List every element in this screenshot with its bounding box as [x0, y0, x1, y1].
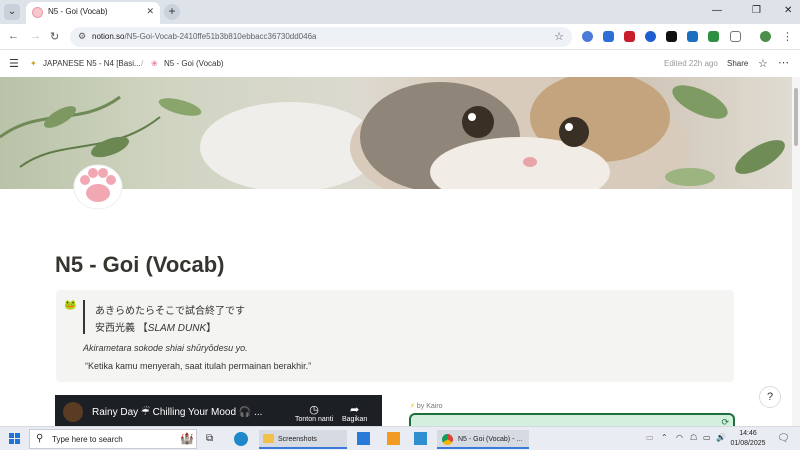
youtube-embed[interactable]: Rainy Day ☔ Chilling Your Mood 🎧 ... ◷ T…	[55, 395, 382, 426]
sublime-icon[interactable]	[387, 432, 400, 445]
chrome-icon	[442, 434, 453, 445]
task-view-icon[interactable]: ⧉	[206, 433, 213, 444]
tab-title: N5 - Goi (Vocab)	[48, 7, 108, 16]
chrome-label: N5 - Goi (Vocab) - ...	[458, 436, 523, 443]
explorer-label: Screenshots	[278, 436, 317, 443]
new-tab-button[interactable]: +	[164, 4, 180, 20]
channel-avatar[interactable]	[63, 402, 83, 422]
callout-romaji: Akirametara sokode shiai shūryōdesu yo.	[83, 343, 248, 353]
sidebar-menu-icon[interactable]: ☰	[9, 57, 19, 70]
quote-block[interactable]: あきらめたらそこで試合終了です 安西光義 【SLAM DUNK】	[83, 300, 383, 334]
search-highlight-icon: 🏰	[180, 433, 194, 445]
breadcrumb-separator: /	[141, 59, 144, 68]
site-info-icon[interactable]: ⚙	[78, 31, 86, 42]
clock-time: 14:46	[739, 430, 757, 437]
taskbar-file-explorer[interactable]: Screenshots	[259, 430, 347, 449]
paw-icon: ❀	[151, 59, 158, 68]
network-icon[interactable]: ◠	[676, 433, 683, 442]
breadcrumb-current[interactable]: N5 - Goi (Vocab)	[164, 59, 224, 68]
callout-translation: “Ketika kamu menyerah, saat itulah perma…	[85, 361, 312, 371]
quote-line-attribution: 安西光義 【SLAM DUNK】	[95, 323, 217, 334]
windows-taskbar: ⚲ Type here to search 🏰 ⧉ Screenshots N5…	[0, 426, 800, 450]
notifications-icon[interactable]: 🗨	[777, 433, 790, 444]
search-icon: ⚲	[36, 433, 44, 444]
minimize-icon[interactable]: —	[712, 5, 722, 16]
folder-icon	[263, 434, 274, 443]
back-icon[interactable]: ←	[8, 30, 19, 42]
tray-blank-icon[interactable]: ▭	[646, 433, 654, 442]
paw-favicon-icon	[32, 7, 43, 18]
extension-bookmark-icon[interactable]	[624, 31, 635, 42]
windows-start-icon[interactable]	[9, 433, 21, 445]
extension-edit-icon[interactable]	[603, 31, 614, 42]
window-close-icon[interactable]: ✕	[784, 5, 792, 16]
edge-icon[interactable]	[234, 432, 248, 446]
extensions-puzzle-icon[interactable]	[730, 31, 741, 42]
video-title[interactable]: Rainy Day ☔ Chilling Your Mood 🎧 ...	[92, 407, 262, 418]
clock-icon: ◷	[309, 404, 319, 416]
extension-n-icon[interactable]	[687, 31, 698, 42]
browser-tab-strip: ⌄ N5 - Goi (Vocab) ✕ + — ❐ ✕	[0, 0, 800, 24]
restore-icon[interactable]: ❐	[752, 5, 761, 16]
close-icon[interactable]: ✕	[146, 6, 154, 17]
paw-icon	[73, 164, 123, 219]
frog-icon[interactable]: 🐸	[64, 300, 76, 311]
clock-date: 01/08/2025	[730, 440, 766, 447]
kebab-menu-icon[interactable]: ⋮	[782, 30, 793, 43]
share-arrow-icon: ➦	[350, 404, 360, 416]
taskbar-chrome[interactable]: N5 - Goi (Vocab) - ...	[437, 430, 529, 449]
more-options-icon[interactable]: ⋯	[778, 56, 789, 69]
tray-app-icon[interactable]: ☖	[690, 433, 697, 442]
breadcrumb-parent[interactable]: JAPANESE N5 - N4 [Basi...	[43, 59, 141, 68]
notion-topbar: ☰ ✦ JAPANESE N5 - N4 [Basi... / ❀ N5 - G…	[0, 51, 792, 77]
taskbar-search-input[interactable]: ⚲ Type here to search 🏰	[29, 429, 197, 449]
address-bar[interactable]: ⚙ notion.so/N5-Goi-Vocab-2410ffe51b3b810…	[70, 27, 572, 47]
extension-notion-icon[interactable]	[666, 31, 677, 42]
tray-chevron-up-icon[interactable]: ⌃	[661, 433, 668, 442]
volume-icon[interactable]: 🔊	[716, 433, 726, 442]
widget-attribution[interactable]: ⚡ by Kairo	[410, 402, 443, 410]
chevron-down-icon: ⌄	[7, 6, 17, 17]
forward-icon[interactable]: →	[30, 30, 41, 42]
extension-translate-icon[interactable]	[582, 31, 593, 42]
share-video-button[interactable]: ➦ Bagikan	[342, 403, 367, 423]
browser-toolbar: ← → ↻ ⚙ notion.so/N5-Goi-Vocab-2410ffe51…	[0, 24, 800, 50]
extension-blue-icon[interactable]	[645, 31, 656, 42]
bookmark-star-icon[interactable]: ☆	[554, 30, 564, 43]
battery-icon[interactable]: ▭	[703, 433, 711, 442]
tab-search-button[interactable]: ⌄	[4, 4, 20, 20]
taskbar-clock[interactable]: 14:46 01/08/2025	[727, 429, 769, 449]
page-icon-paw[interactable]	[71, 163, 125, 219]
favorite-star-icon[interactable]: ☆	[758, 57, 768, 70]
taskbar-search-placeholder: Type here to search	[52, 435, 123, 444]
quote-line-japanese: あきらめたらそこで試合終了です	[95, 306, 245, 317]
share-button[interactable]: Share	[727, 59, 748, 68]
help-button[interactable]: ?	[759, 386, 781, 408]
browser-tab-active[interactable]: N5 - Goi (Vocab) ✕	[26, 2, 160, 24]
edited-timestamp: Edited 22h ago	[664, 59, 718, 68]
profile-avatar[interactable]	[760, 31, 771, 42]
extension-green-icon[interactable]	[708, 31, 719, 42]
url-text: notion.so/N5-Goi-Vocab-2410ffe51b3b810eb…	[92, 32, 317, 41]
page-title[interactable]: N5 - Goi (Vocab)	[55, 252, 225, 278]
lightning-icon: ⚡	[410, 403, 415, 410]
snipping-tool-icon[interactable]	[414, 432, 427, 445]
reload-icon[interactable]: ↻	[50, 30, 59, 43]
page-scrollbar-thumb[interactable]	[794, 88, 798, 146]
plus-icon: +	[168, 4, 176, 18]
watch-later-button[interactable]: ◷ Tonton nanti	[295, 403, 333, 423]
sparkle-icon: ✦	[30, 59, 37, 68]
vscode-icon[interactable]	[357, 432, 370, 445]
